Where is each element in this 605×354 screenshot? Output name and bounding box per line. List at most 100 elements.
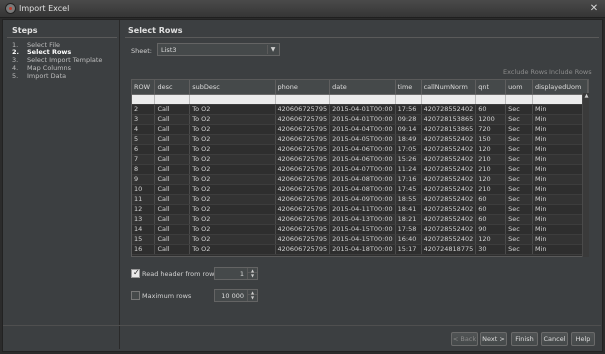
scroll-up-icon[interactable]: ▲ bbox=[583, 93, 590, 100]
table-scrollbar[interactable]: ▲ bbox=[582, 93, 589, 257]
help-button[interactable]: Help bbox=[571, 332, 595, 346]
table-cell: To O2 bbox=[189, 154, 276, 165]
main-divider bbox=[125, 37, 599, 38]
spin-down-icon[interactable]: ▼ bbox=[248, 295, 257, 300]
table-row[interactable]: 2 Call To O2 420606725795 2015-04-01T00:00 17… bbox=[132, 104, 588, 115]
table-cell: Call bbox=[154, 114, 191, 125]
table-cell: 16:40 bbox=[395, 234, 422, 245]
table-cell: Min bbox=[532, 124, 588, 135]
table-cell: 3 bbox=[132, 114, 156, 125]
table-cell: Sec bbox=[505, 164, 533, 175]
column-header[interactable]: qnt bbox=[475, 80, 507, 95]
table-cell: 420728552402 bbox=[421, 154, 477, 165]
column-header[interactable]: callNumNorm bbox=[421, 80, 477, 95]
table-row[interactable]: 5 Call To O2 420606725795 2015-04-05T00:00 18… bbox=[132, 134, 588, 145]
table-row[interactable]: 10 Call To O2 420606725795 2015-04-08T00:00 1… bbox=[132, 184, 588, 195]
table-cell: 420728552402 bbox=[421, 184, 477, 195]
table-cell: Call bbox=[154, 184, 191, 195]
max-rows-value[interactable]: 10 000 bbox=[221, 292, 244, 300]
table-cell: 420606725795 bbox=[275, 184, 331, 195]
table-cell: Call bbox=[154, 224, 191, 235]
table-cell: 2015-04-08T00:00 bbox=[329, 174, 396, 185]
read-header-label: Read header from row bbox=[142, 270, 215, 278]
column-header[interactable]: time bbox=[395, 80, 422, 95]
chevron-down-icon[interactable]: ▼ bbox=[267, 45, 278, 54]
table-cell: 210 bbox=[475, 164, 507, 175]
title-bar: Import Excel ✕ bbox=[0, 0, 605, 18]
max-rows-checkbox[interactable] bbox=[131, 291, 140, 300]
table-cell: Min bbox=[532, 214, 588, 225]
window-title: Import Excel bbox=[19, 4, 70, 13]
column-header[interactable]: uom bbox=[505, 80, 533, 95]
table-cell: 420728552402 bbox=[421, 224, 477, 235]
exclude-rows-link[interactable]: Exclude Rows bbox=[503, 68, 547, 76]
table-cell: 11 bbox=[132, 194, 156, 205]
table-cell: To O2 bbox=[189, 144, 276, 155]
back-button[interactable]: < Back bbox=[451, 332, 478, 346]
table-row[interactable]: 4 Call To O2 420606725795 2015-04-04T00:00 09… bbox=[132, 124, 588, 135]
sheet-select[interactable]: List3 ▼ bbox=[157, 43, 280, 56]
read-header-spinner[interactable]: 1 ▲ ▼ bbox=[214, 267, 258, 280]
table-cell: Min bbox=[532, 224, 588, 235]
table-cell: 18:41 bbox=[395, 204, 422, 215]
table-row[interactable]: 14 Call To O2 420606725795 2015-04-15T00:00 1… bbox=[132, 224, 588, 235]
column-header[interactable]: desc bbox=[154, 80, 191, 95]
read-header-value[interactable]: 1 bbox=[240, 270, 244, 278]
table-cell: 8 bbox=[132, 164, 156, 175]
table-cell: Call bbox=[154, 204, 191, 215]
read-header-checkbox[interactable] bbox=[131, 268, 140, 278]
table-cell: To O2 bbox=[189, 164, 276, 175]
table-row[interactable]: 9 Call To O2 420606725795 2015-04-08T00:00 17… bbox=[132, 174, 588, 185]
table-cell: 2015-04-06T00:00 bbox=[329, 154, 396, 165]
app-icon bbox=[5, 3, 16, 14]
cancel-button[interactable]: Cancel bbox=[541, 332, 568, 346]
step-label: Select Import Template bbox=[27, 56, 103, 64]
table-cell: Call bbox=[154, 244, 191, 255]
column-header[interactable]: phone bbox=[275, 80, 331, 95]
table-cell: 18:21 bbox=[395, 214, 422, 225]
table-cell: 17:58 bbox=[395, 224, 422, 235]
table-cell: 15 bbox=[132, 234, 156, 245]
table-row[interactable]: 6 Call To O2 420606725795 2015-04-06T00:00 17… bbox=[132, 144, 588, 155]
finish-button[interactable]: Finish bbox=[511, 332, 538, 346]
table-cell: 17:45 bbox=[395, 184, 422, 195]
table-row[interactable]: 15 Call To O2 420606725795 2015-04-15T00:00 1… bbox=[132, 234, 588, 245]
include-rows-link[interactable]: Include Rows bbox=[549, 68, 592, 76]
next-button[interactable]: Next > bbox=[480, 332, 507, 346]
table-row[interactable]: 13 Call To O2 420606725795 2015-04-13T00:00 1… bbox=[132, 214, 588, 225]
table-row[interactable]: 8 Call To O2 420606725795 2015-04-07T00:00 11… bbox=[132, 164, 588, 175]
table-cell: 2015-04-07T00:00 bbox=[329, 164, 396, 175]
table-cell: Sec bbox=[505, 204, 533, 215]
column-header[interactable]: displayedUom bbox=[532, 80, 588, 95]
table-cell: To O2 bbox=[189, 114, 276, 125]
table-cell: To O2 bbox=[189, 104, 276, 115]
table-cell: To O2 bbox=[189, 224, 276, 235]
table-row[interactable]: 12 Call To O2 420606725795 2015-04-11T00:00 1… bbox=[132, 204, 588, 215]
step-number: 4. bbox=[12, 64, 19, 72]
spin-down-icon[interactable]: ▼ bbox=[248, 273, 257, 278]
table-cell: 13 bbox=[132, 214, 156, 225]
table-row[interactable]: 11 Call To O2 420606725795 2015-04-09T00:00 1… bbox=[132, 194, 588, 205]
column-header[interactable]: date bbox=[329, 80, 396, 95]
table-cell: 420606725795 bbox=[275, 134, 331, 145]
column-header[interactable]: subDesc bbox=[189, 80, 276, 95]
table-cell: 420728552402 bbox=[421, 104, 477, 115]
table-cell: Call bbox=[154, 234, 191, 245]
table-cell: 17:16 bbox=[395, 174, 422, 185]
max-rows-spinner[interactable]: 10 000 ▲ ▼ bbox=[214, 289, 258, 302]
table-cell: Min bbox=[532, 134, 588, 145]
header-row-selected[interactable] bbox=[132, 94, 588, 105]
table-row[interactable]: 16 Call To O2 420606725795 2015-04-18T00:00 1… bbox=[132, 244, 588, 255]
table-cell: 420606725795 bbox=[275, 234, 331, 245]
table-cell: Sec bbox=[505, 124, 533, 135]
table-row[interactable]: 7 Call To O2 420606725795 2015-04-06T00:00 15… bbox=[132, 154, 588, 165]
close-icon[interactable]: ✕ bbox=[587, 2, 601, 15]
max-rows-label: Maximum rows bbox=[142, 292, 192, 300]
table-cell: 420606725795 bbox=[275, 144, 331, 155]
table-cell: 420606725795 bbox=[275, 154, 331, 165]
sheet-value: List3 bbox=[161, 46, 177, 54]
column-header[interactable]: ROW bbox=[132, 80, 156, 95]
step-number: 3. bbox=[12, 56, 19, 64]
table-cell: Call bbox=[154, 124, 191, 135]
table-row[interactable]: 3 Call To O2 420606725795 2015-04-01T00:00 09… bbox=[132, 114, 588, 125]
